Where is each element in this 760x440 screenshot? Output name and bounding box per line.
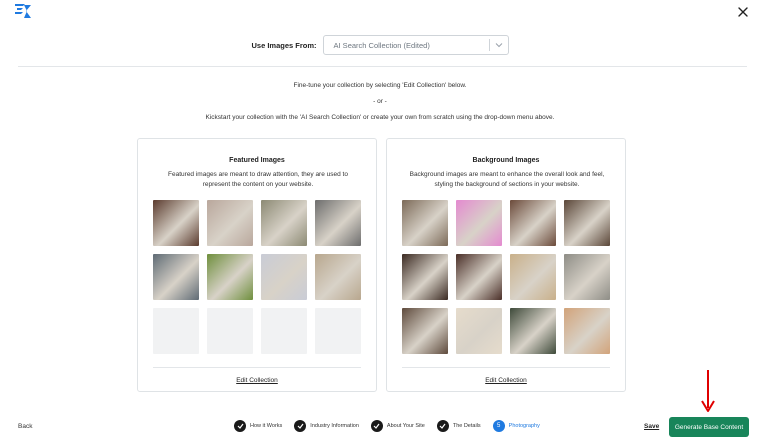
step-item[interactable]: About Your Site (370, 420, 425, 432)
featured-images-panel: Featured Images Featured images are mean… (137, 138, 377, 392)
panel-divider (153, 367, 361, 368)
check-icon (234, 420, 246, 432)
step-item[interactable]: The Details (436, 420, 481, 432)
generate-base-content-button[interactable]: Generate Base Content (669, 417, 749, 437)
back-button[interactable]: Back (18, 423, 32, 430)
featured-images-title: Featured Images (229, 157, 285, 164)
close-icon[interactable] (736, 5, 750, 19)
hands-phone-photo[interactable] (207, 200, 253, 246)
progress-steps: How it Works Industry Information About Yo… (234, 420, 552, 432)
pouring-sauce-photo[interactable] (261, 254, 307, 300)
empty-slot (153, 308, 199, 354)
step-label: About Your Site (386, 423, 425, 429)
pink-fork-photo[interactable] (456, 200, 502, 246)
empty-slot (207, 308, 253, 354)
check-icon (370, 420, 383, 432)
food-spread-photo[interactable] (153, 200, 199, 246)
meat-dish-photo[interactable] (456, 254, 502, 300)
intro-or: - or - (373, 98, 387, 105)
save-button[interactable]: Save (644, 423, 659, 430)
dish-overhead-photo[interactable] (510, 200, 556, 246)
empty-slot (315, 308, 361, 354)
chevron-down-icon[interactable] (490, 42, 508, 48)
featured-edit-collection-link[interactable]: Edit Collection (138, 377, 376, 384)
phone-photo-food[interactable] (510, 308, 556, 354)
pancakes-photo[interactable] (402, 308, 448, 354)
step-item[interactable]: Industry Information (294, 420, 359, 432)
pastries-photo[interactable] (510, 254, 556, 300)
panel-divider (402, 367, 610, 368)
step-label: How it Works (250, 423, 283, 429)
check-icon (436, 420, 449, 432)
step-item[interactable]: 5 Photography (492, 420, 540, 432)
step-label: Photography (508, 423, 540, 429)
image-source-label: Use Images From: (251, 40, 317, 50)
header-divider (18, 66, 747, 67)
background-images-title: Background Images (472, 157, 540, 164)
women-dining-photo[interactable] (564, 254, 610, 300)
background-images-panel: Background Images Background images are … (386, 138, 626, 392)
image-source-select[interactable]: AI Search Collection (Edited) (322, 35, 509, 55)
featured-images-grid (153, 200, 363, 354)
cafe-table-photo[interactable] (261, 200, 307, 246)
background-images-grid (402, 200, 612, 354)
pasta-fork-photo[interactable] (456, 308, 502, 354)
background-edit-collection-link[interactable]: Edit Collection (387, 377, 625, 384)
lightning-k-logo[interactable] (14, 3, 32, 19)
intro-line-1: Fine-tune your collection by selecting '… (293, 82, 467, 89)
red-arrow-annotation (701, 370, 715, 412)
cooking-woman-photo[interactable] (402, 200, 448, 246)
step-item[interactable]: How it Works (234, 420, 282, 432)
step-label: Industry Information (310, 423, 359, 429)
woman-plants-photo[interactable] (207, 254, 253, 300)
bw-portrait-photo[interactable] (315, 200, 361, 246)
featured-images-description: Featured images are meant to draw attent… (168, 171, 348, 188)
empty-slot (261, 308, 307, 354)
check-icon (294, 420, 307, 432)
step-label: The Details (452, 423, 481, 429)
man-eating-photo[interactable] (564, 200, 610, 246)
steak-plate-photo[interactable] (402, 254, 448, 300)
pink-flower-photo[interactable] (315, 254, 361, 300)
image-source-value: AI Search Collection (Edited) (333, 40, 430, 50)
image-source-row: Use Images From: AI Search Collection (E… (0, 35, 760, 55)
bruschetta-photo[interactable] (564, 308, 610, 354)
background-images-description: Background images are meant to enhance t… (409, 171, 605, 188)
step-number-icon: 5 (492, 420, 505, 432)
intro-line-2: Kickstart your collection with the 'AI S… (205, 114, 555, 121)
kitchen-chef-photo[interactable] (153, 254, 199, 300)
